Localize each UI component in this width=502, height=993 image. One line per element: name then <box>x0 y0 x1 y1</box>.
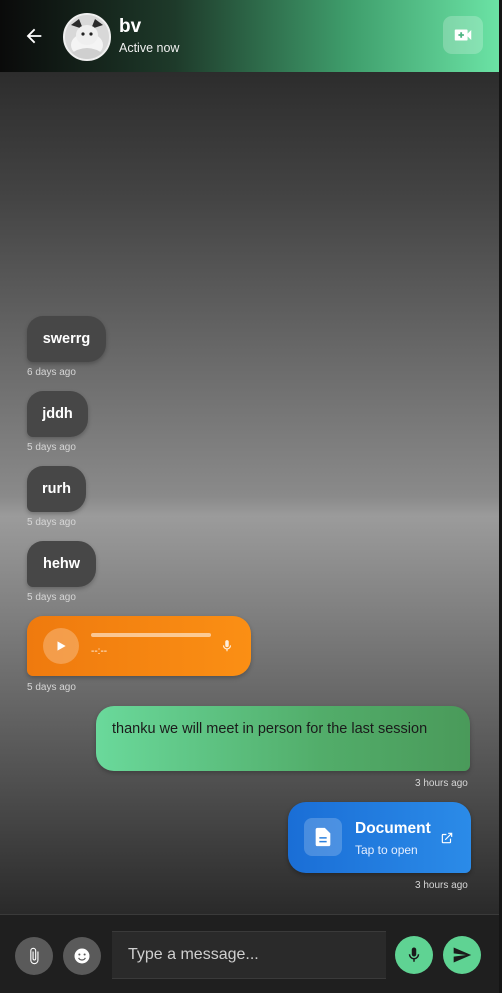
attach-button[interactable] <box>15 937 53 975</box>
mic-icon <box>408 947 420 962</box>
arrow-left-icon <box>26 28 42 44</box>
back-button[interactable] <box>20 22 48 50</box>
avatar[interactable] <box>63 13 111 61</box>
message-timestamp: 5 days ago <box>27 517 76 528</box>
audio-progress-track[interactable] <box>91 633 211 637</box>
message-bubble-outgoing[interactable]: thanku we will meet in person for the la… <box>96 706 470 771</box>
message-timestamp: 3 hours ago <box>415 880 468 891</box>
file-icon <box>315 827 331 847</box>
contact-name: bv <box>119 16 142 37</box>
audio-message: --:-- <box>27 616 251 676</box>
play-button[interactable] <box>43 628 79 664</box>
emoji-button[interactable] <box>63 937 101 975</box>
message-text: hehw <box>42 556 81 572</box>
message-text: swerrg <box>42 331 91 347</box>
message-input[interactable] <box>112 931 386 979</box>
message-bubble[interactable]: swerrg <box>27 316 106 362</box>
message-timestamp: 6 days ago <box>27 367 76 378</box>
document-icon-box <box>304 818 342 856</box>
play-icon <box>57 641 66 651</box>
chat-header: bv Active now <box>0 0 499 73</box>
message-timestamp: 5 days ago <box>27 442 76 453</box>
video-call-icon <box>454 29 472 41</box>
send-button[interactable] <box>443 936 481 974</box>
smiley-icon <box>74 948 90 964</box>
audio-duration: --:-- <box>91 646 108 657</box>
message-bubble[interactable]: hehw <box>27 541 96 587</box>
message-timestamp: 5 days ago <box>27 592 76 603</box>
message-timestamp: 3 hours ago <box>415 778 468 789</box>
document-message[interactable]: Document Tap to open <box>288 802 471 873</box>
document-subtitle: Tap to open <box>355 843 418 857</box>
message-text: thanku we will meet in person for the la… <box>112 721 428 737</box>
send-icon <box>453 947 472 963</box>
contact-status: Active now <box>119 41 180 55</box>
external-link-icon <box>441 832 453 844</box>
avatar-image <box>65 15 109 59</box>
document-title: Document <box>355 820 431 837</box>
video-call-button[interactable] <box>443 16 483 54</box>
paperclip-icon <box>30 947 39 965</box>
voice-record-button[interactable] <box>395 936 433 974</box>
message-bubble[interactable]: jddh <box>27 391 88 437</box>
message-bubble[interactable]: rurh <box>27 466 86 512</box>
mic-icon <box>222 640 232 652</box>
message-text: jddh <box>42 406 73 422</box>
message-timestamp: 5 days ago <box>27 682 76 693</box>
message-text: rurh <box>42 481 71 497</box>
